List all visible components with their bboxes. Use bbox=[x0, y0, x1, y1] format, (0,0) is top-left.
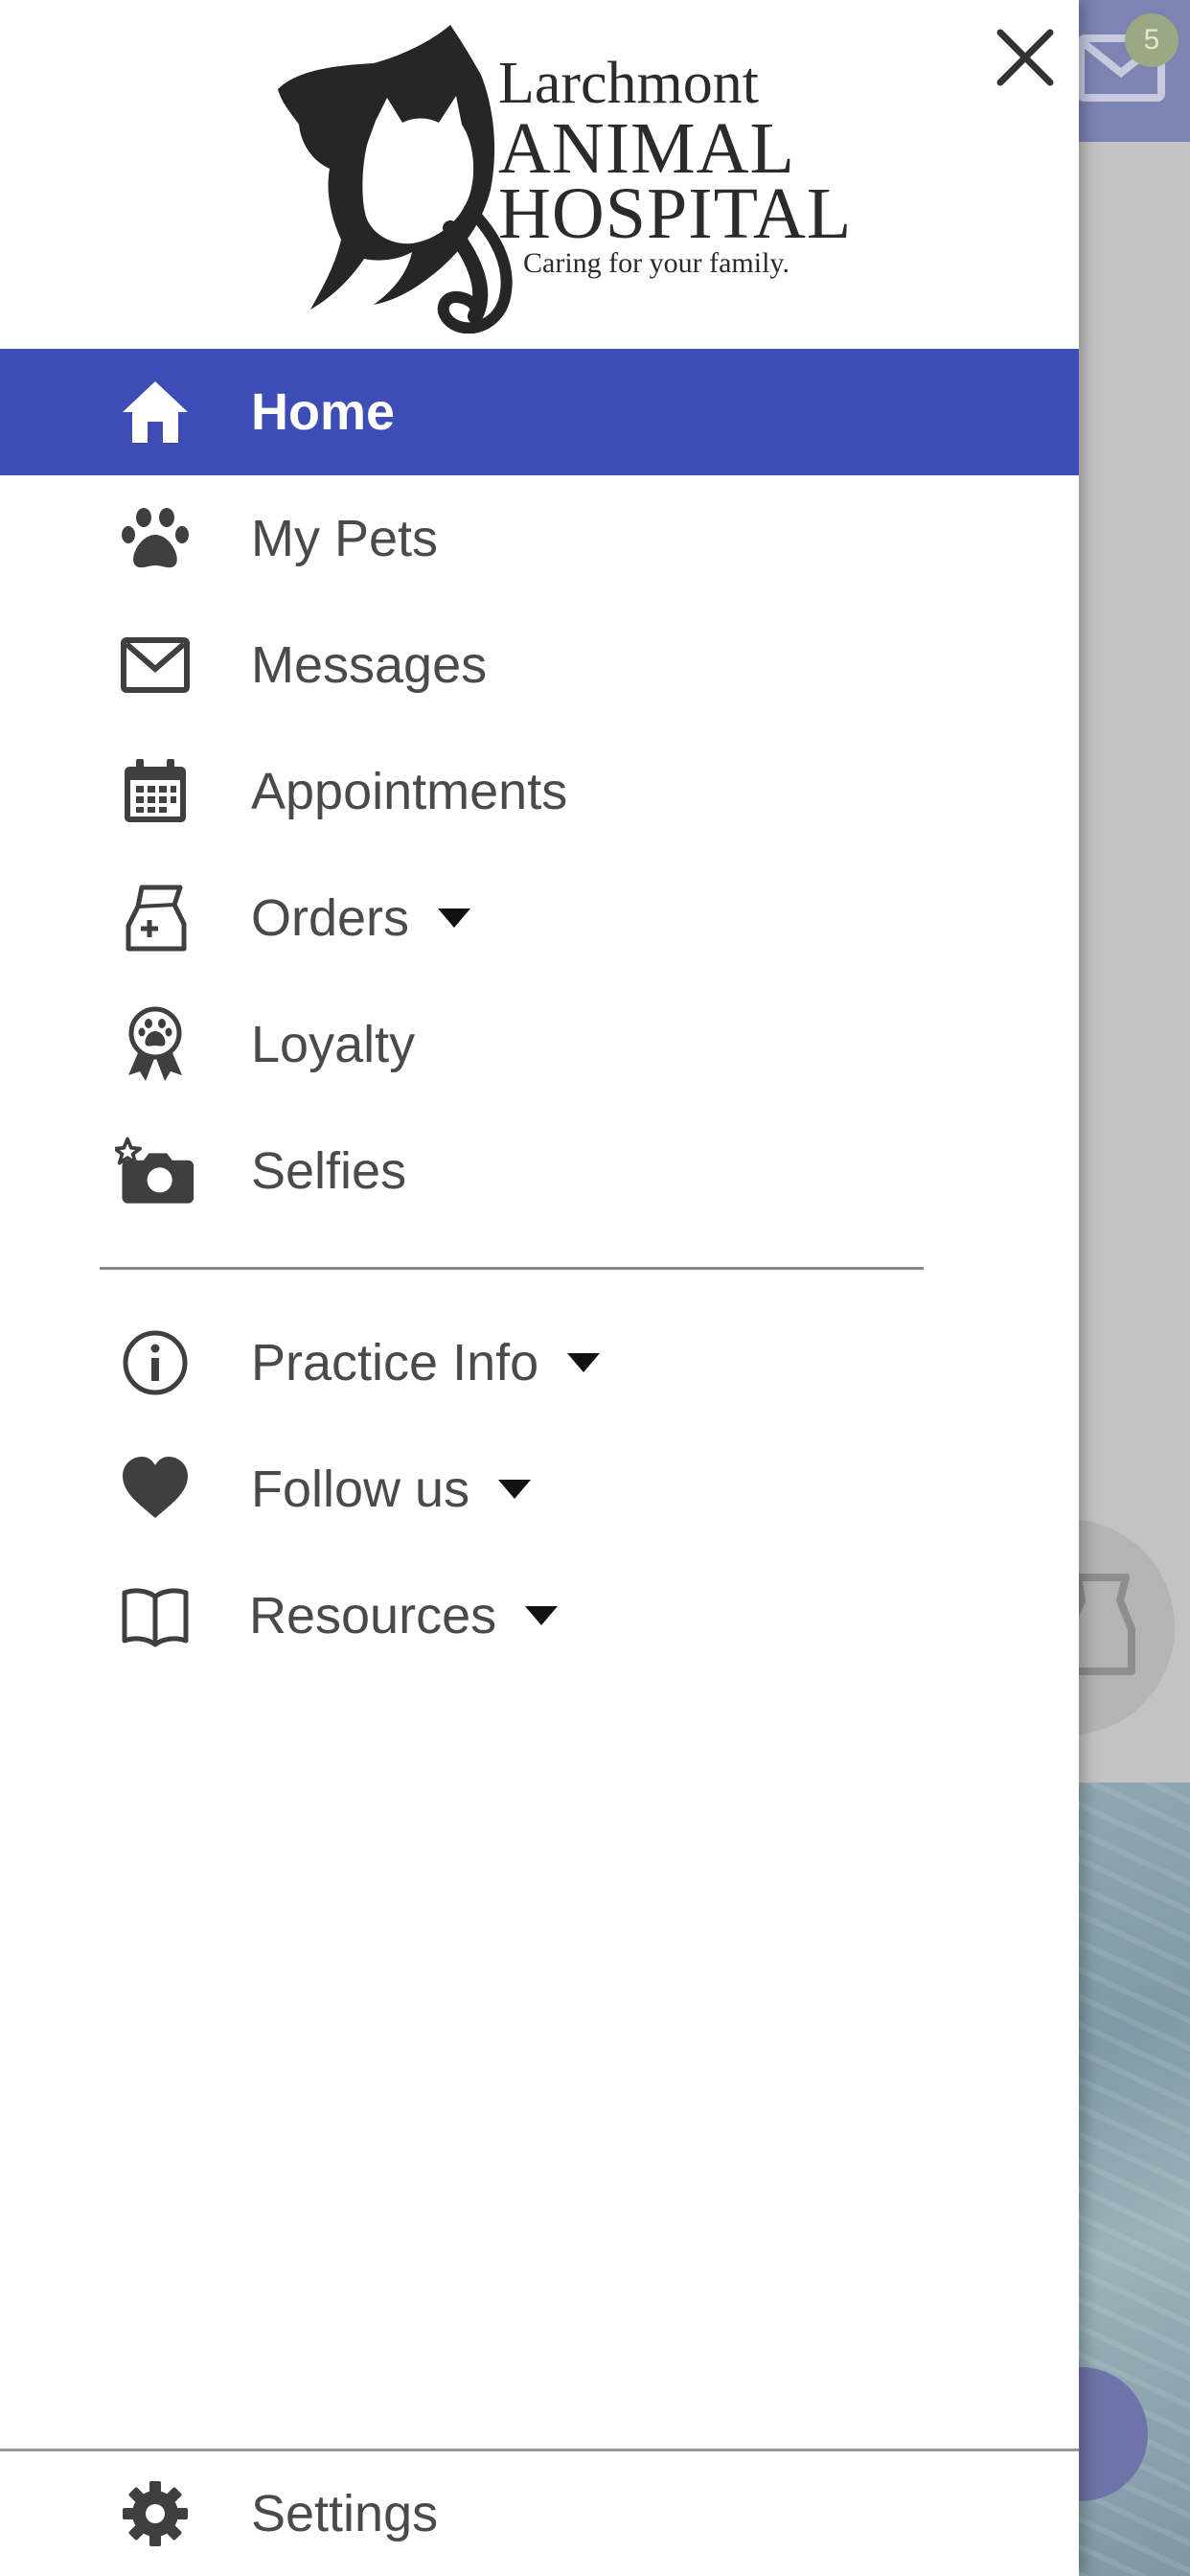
info-icon bbox=[115, 1322, 195, 1403]
resources-text: Resources bbox=[249, 1587, 497, 1644]
menu-label-settings: Settings bbox=[251, 2485, 439, 2542]
envelope-icon bbox=[115, 625, 195, 705]
logo-line-3: HOSPITAL bbox=[498, 173, 853, 254]
menu-label-resources: Resources bbox=[249, 1586, 559, 1645]
medicine-bag-icon bbox=[115, 878, 195, 958]
menu-item-messages[interactable]: Messages bbox=[0, 602, 1079, 728]
menu-item-follow-us[interactable]: Follow us bbox=[0, 1426, 1079, 1552]
menu-item-appointments[interactable]: Appointments bbox=[0, 728, 1079, 855]
chevron-down-icon[interactable] bbox=[438, 908, 471, 928]
camera-star-icon bbox=[115, 1131, 195, 1211]
orders-text: Orders bbox=[251, 889, 410, 947]
unread-badge: 5 bbox=[1125, 13, 1179, 67]
menu-item-settings[interactable]: Settings bbox=[0, 2451, 1079, 2576]
menu-item-loyalty[interactable]: Loyalty bbox=[0, 981, 1079, 1108]
menu-item-my-pets[interactable]: My Pets bbox=[0, 475, 1079, 602]
menu-item-home[interactable]: Home bbox=[0, 349, 1079, 475]
menu-item-selfies[interactable]: Selfies bbox=[0, 1108, 1079, 1234]
menu-label-appointments: Appointments bbox=[251, 763, 568, 820]
home-icon bbox=[115, 372, 195, 452]
menu-label-follow-us: Follow us bbox=[251, 1460, 532, 1519]
menu-item-resources[interactable]: Resources bbox=[0, 1552, 1079, 1679]
menu-label-practice-info: Practice Info bbox=[251, 1333, 601, 1392]
award-ribbon-icon bbox=[115, 1004, 195, 1085]
calendar-icon bbox=[115, 751, 195, 832]
menu-label-loyalty: Loyalty bbox=[251, 1016, 416, 1073]
navigation-drawer: Larchmont ANIMAL HOSPITAL Caring for you… bbox=[0, 0, 1079, 2576]
menu-label-home: Home bbox=[251, 383, 396, 441]
menu-item-practice-info[interactable]: Practice Info bbox=[0, 1300, 1079, 1426]
gear-icon bbox=[115, 2473, 195, 2554]
book-icon bbox=[115, 1576, 195, 1656]
menu-label-messages: Messages bbox=[251, 636, 488, 694]
heart-icon bbox=[115, 1449, 195, 1530]
logo-tagline: Caring for your family. bbox=[523, 247, 790, 279]
menu-label-orders: Orders bbox=[251, 888, 471, 948]
chevron-down-icon[interactable] bbox=[525, 1605, 559, 1625]
menu-item-orders[interactable]: Orders bbox=[0, 855, 1079, 981]
practice-info-text: Practice Info bbox=[251, 1334, 539, 1392]
chevron-down-icon[interactable] bbox=[498, 1479, 532, 1499]
menu-label-my-pets: My Pets bbox=[251, 510, 439, 567]
paw-icon bbox=[115, 498, 195, 579]
follow-us-text: Follow us bbox=[251, 1460, 470, 1518]
close-icon[interactable] bbox=[987, 19, 1064, 96]
chevron-down-icon[interactable] bbox=[567, 1352, 601, 1372]
menu-divider bbox=[100, 1267, 924, 1270]
menu-label-selfies: Selfies bbox=[251, 1142, 407, 1200]
